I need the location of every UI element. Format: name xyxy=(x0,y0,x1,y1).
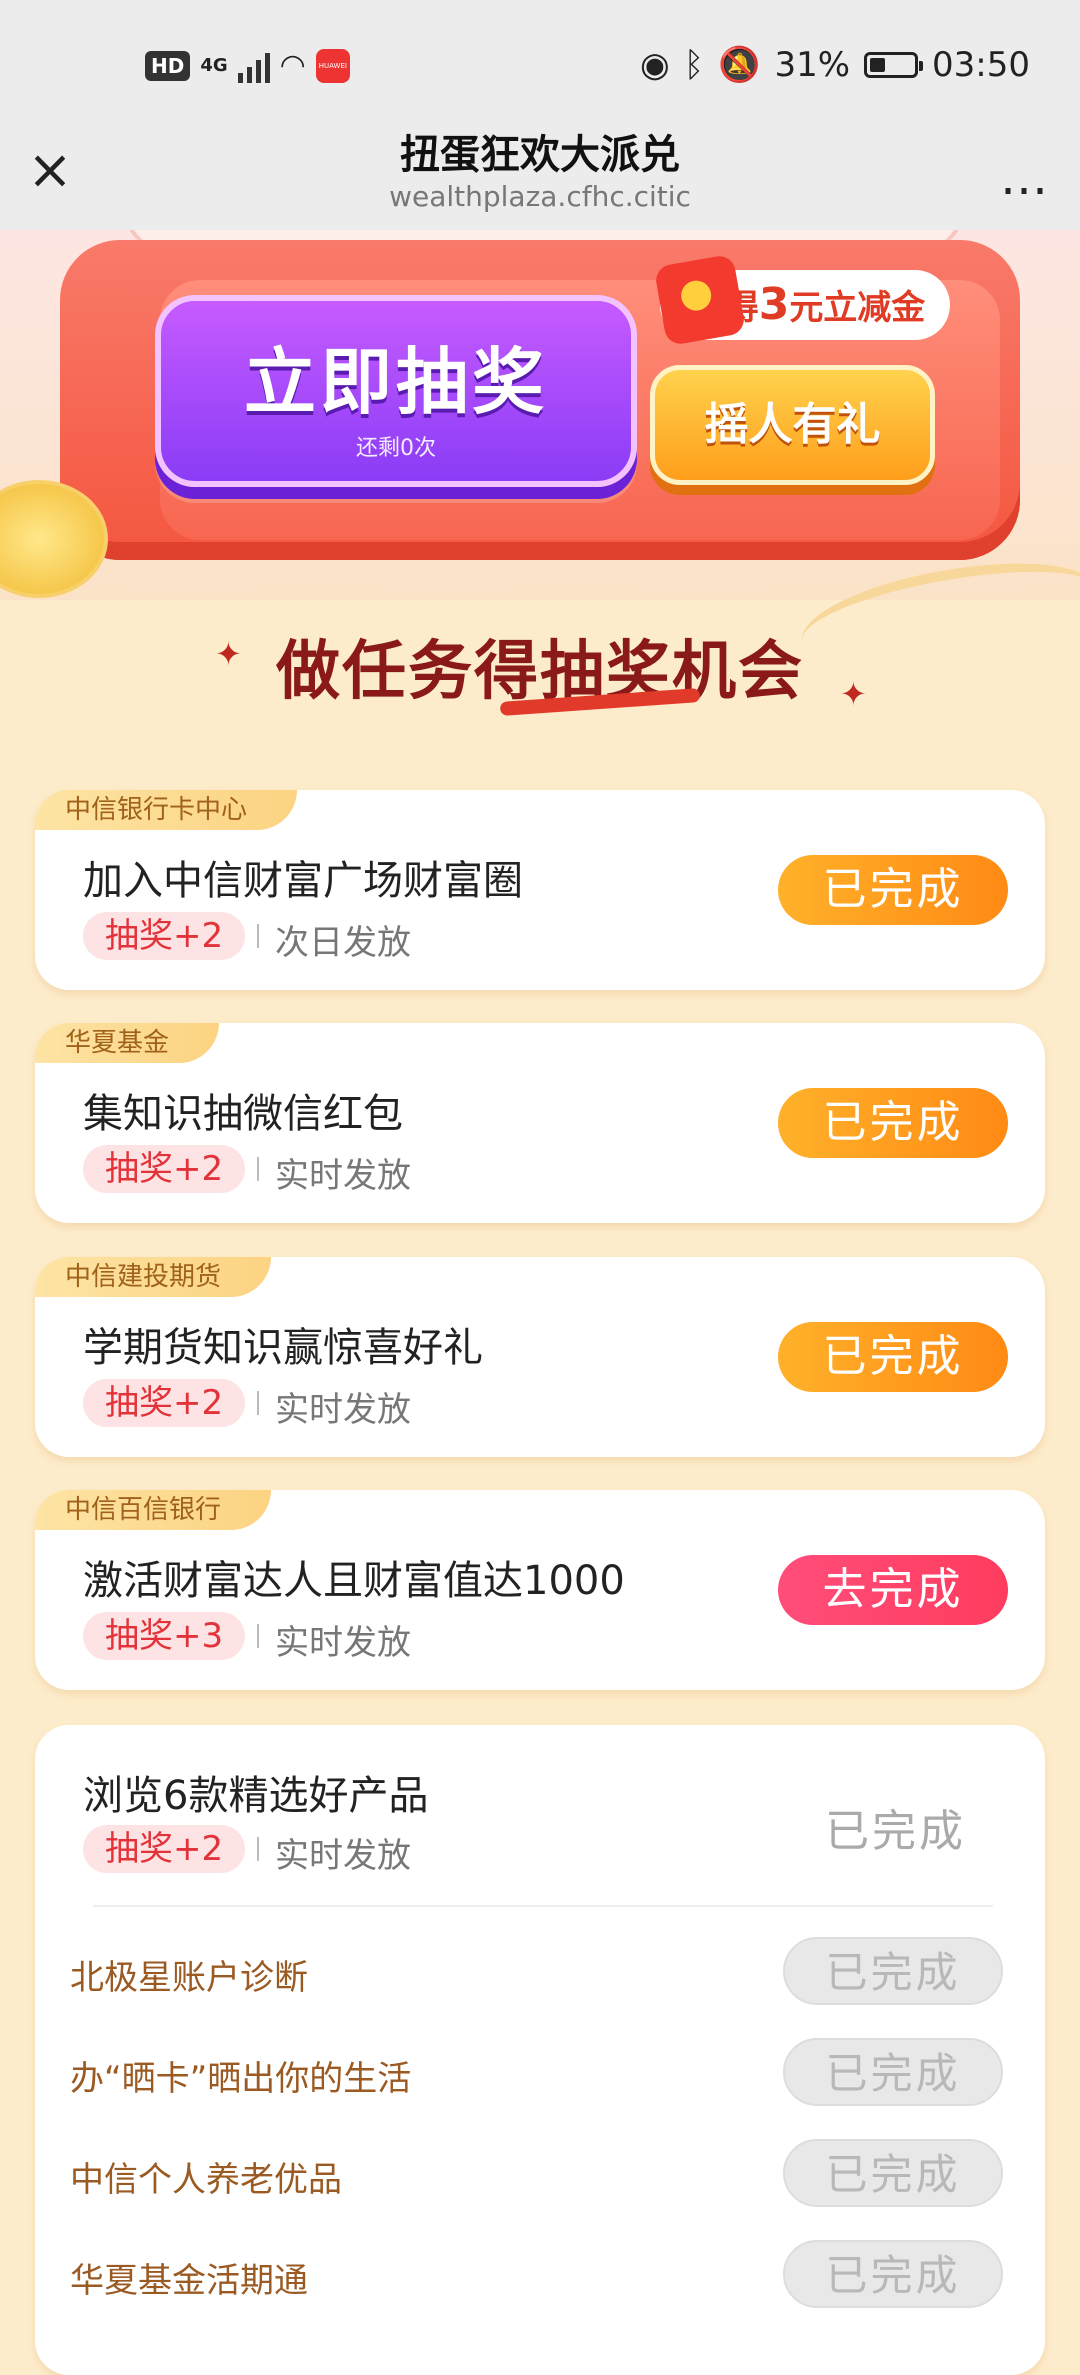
delivery-text: 次日发放 xyxy=(275,923,411,963)
browse-task-card: 浏览6款精选好产品 抽奖+2 实时发放 已完成 北极星账户诊断 已完成 办“晒卡… xyxy=(35,1725,1045,2375)
reward-badge: 抽奖+2 xyxy=(83,1145,246,1193)
task-sponsor-tag: 中信百信银行 xyxy=(35,1490,272,1530)
battery-icon xyxy=(864,52,924,78)
reward-badge: 抽奖+3 xyxy=(83,1612,246,1660)
task-card: 中信建投期货 学期货知识赢惊喜好礼 抽奖+2 实时发放 已完成 xyxy=(35,1257,1045,1457)
subtask-label: 华夏基金活期通 xyxy=(70,2261,308,2301)
task-title: 加入中信财富广场财富圈 xyxy=(83,858,523,904)
task-title: 学期货知识赢惊喜好礼 xyxy=(83,1325,483,1371)
invite-gift-button[interactable]: 摇人有礼 xyxy=(650,365,935,485)
bubble-amount: 3 xyxy=(758,279,790,330)
delivery-text: 实时发放 xyxy=(275,1623,411,1663)
subtask-done-button[interactable]: 已完成 xyxy=(783,2240,1003,2308)
subtask-label: 办“晒卡”晒出你的生活 xyxy=(70,2059,412,2099)
subtask-label: 中信个人养老优品 xyxy=(70,2160,342,2200)
divider xyxy=(257,1837,259,1861)
signal-icon xyxy=(237,49,270,83)
draw-now-button[interactable]: 立即抽奖 还剩0次 xyxy=(155,295,637,487)
divider xyxy=(257,1391,259,1415)
subtask-done-button[interactable]: 已完成 xyxy=(783,2038,1003,2106)
divider xyxy=(257,924,259,948)
gacha-machine-banner: 立即抽奖 还剩0次 得3元立减金 摇人有礼 xyxy=(0,230,1080,600)
task-done-button[interactable]: 已完成 xyxy=(778,855,1008,925)
divider xyxy=(257,1157,259,1181)
task-sponsor-tag: 中信银行卡中心 xyxy=(35,790,298,830)
task-title: 集知识抽微信红包 xyxy=(83,1091,403,1137)
reward-badge: 抽奖+2 xyxy=(83,1379,246,1427)
bluetooth-icon: ᛒ xyxy=(683,45,705,85)
hd-icon: HD xyxy=(145,50,191,81)
draw-now-label: 立即抽奖 xyxy=(243,340,548,424)
card-divider xyxy=(93,1905,993,1907)
status-bar-left: HD 4G ◠ HUAWEI xyxy=(145,48,350,83)
subtask-done-button[interactable]: 已完成 xyxy=(783,1937,1003,2005)
network-type: 4G xyxy=(200,55,228,76)
task-card: 华夏基金 集知识抽微信红包 抽奖+2 实时发放 已完成 xyxy=(35,1023,1045,1223)
task-go-button[interactable]: 去完成 xyxy=(778,1555,1008,1625)
delivery-text: 实时发放 xyxy=(275,1390,411,1430)
mute-icon: 🔕 xyxy=(718,45,761,85)
divider xyxy=(257,1624,259,1648)
huawei-app-icon: HUAWEI xyxy=(315,48,350,83)
more-menu-icon[interactable]: … xyxy=(1000,150,1050,206)
task-done-button[interactable]: 已完成 xyxy=(778,1088,1008,1158)
red-packet-icon xyxy=(653,253,747,347)
subtask-done-button[interactable]: 已完成 xyxy=(783,2139,1003,2207)
eye-icon: ◉ xyxy=(640,45,670,85)
wifi-icon: ◠ xyxy=(279,48,306,83)
task-status-text: 已完成 xyxy=(825,1806,966,1857)
subtask-label: 北极星账户诊断 xyxy=(70,1958,308,1998)
draw-remaining: 还剩0次 xyxy=(356,436,436,461)
page-url: wealthplaza.cfhc.citic xyxy=(389,180,691,213)
task-card: 中信百信银行 激活财富达人且财富值达1000 抽奖+3 实时发放 去完成 xyxy=(35,1490,1045,1690)
task-sponsor-tag: 中信建投期货 xyxy=(35,1257,272,1297)
task-card: 中信银行卡中心 加入中信财富广场财富圈 抽奖+2 次日发放 已完成 xyxy=(35,790,1045,990)
task-sponsor-tag: 华夏基金 xyxy=(35,1023,220,1063)
reward-badge: 抽奖+2 xyxy=(83,912,246,960)
reward-badge: 抽奖+2 xyxy=(83,1825,246,1873)
status-bar-right: ◉ ᛒ 🔕 31% 03:50 xyxy=(640,45,1030,85)
task-title: 浏览6款精选好产品 xyxy=(83,1773,429,1819)
delivery-text: 实时发放 xyxy=(275,1156,411,1196)
battery-percent: 31% xyxy=(774,45,851,85)
clock: 03:50 xyxy=(932,45,1030,85)
task-title: 激活财富达人且财富值达1000 xyxy=(83,1558,625,1604)
task-done-button[interactable]: 已完成 xyxy=(778,1322,1008,1392)
bubble-suffix: 元立减金 xyxy=(789,288,926,328)
delivery-text: 实时发放 xyxy=(275,1836,411,1876)
page-title: 扭蛋狂欢大派兑 xyxy=(400,132,680,178)
nav-bar: × 扭蛋狂欢大派兑 wealthplaza.cfhc.citic … xyxy=(0,100,1080,230)
